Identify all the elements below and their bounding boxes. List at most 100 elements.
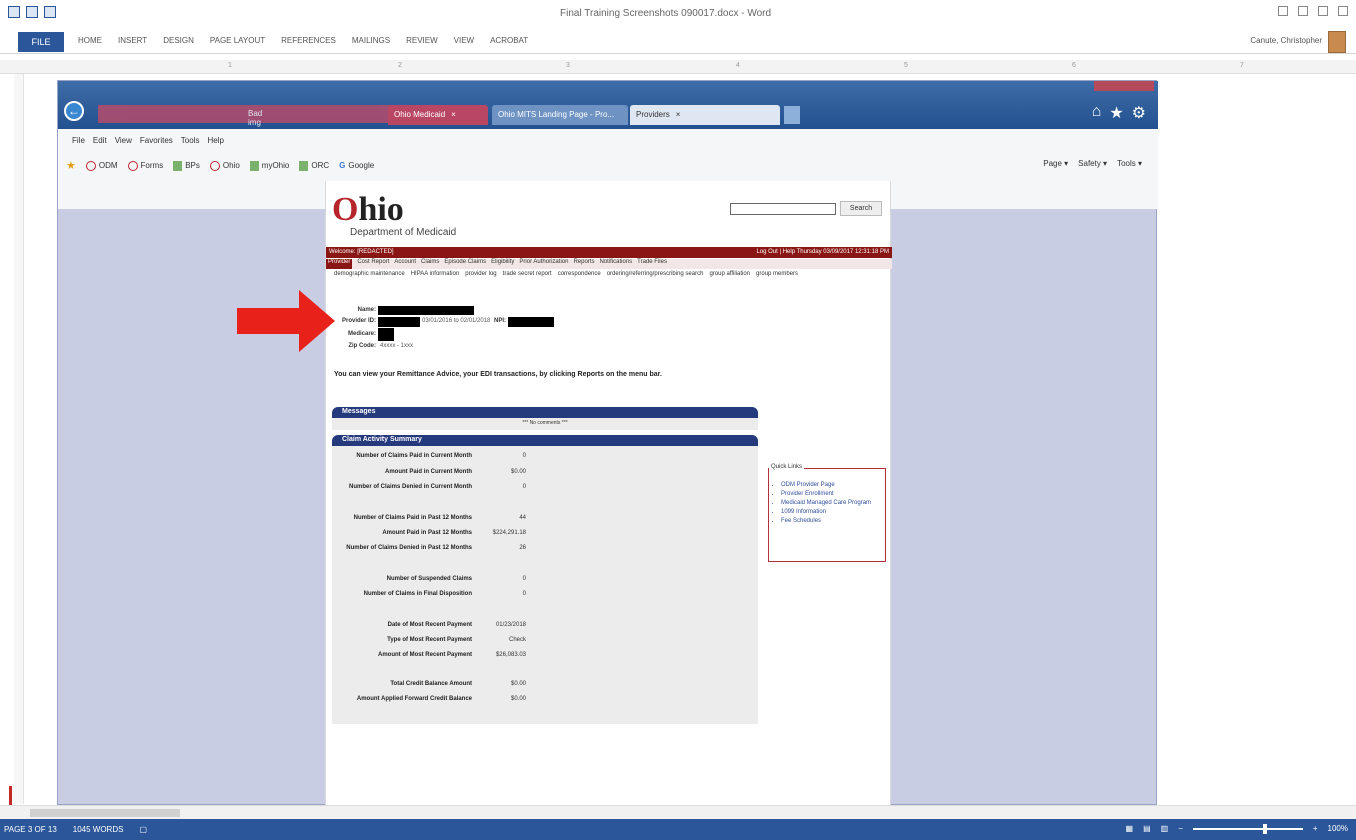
claims-row-value: Check (508, 637, 526, 643)
tab-references[interactable]: REFERENCES (281, 36, 336, 45)
tab-acrobat[interactable]: ACROBAT (490, 36, 528, 45)
claims-row-label: Amount of Most Recent Payment (377, 652, 472, 658)
browser-menubar: File Edit View Favorites Tools Help (72, 136, 224, 145)
redacted-provider-id (378, 317, 420, 327)
gear-icon: ⚙ (1131, 105, 1146, 122)
tab-view[interactable]: VIEW (454, 36, 474, 45)
ruler-tick: 5 (904, 62, 908, 69)
logo-subtitle: Department of Medicaid (350, 227, 457, 238)
favorite-label: myOhio (261, 161, 290, 170)
zoom-out-icon[interactable]: − (1178, 824, 1183, 833)
favorite-label: Ohio (222, 161, 240, 170)
favorite-label: ODM (98, 161, 118, 170)
messages-header: Messages (332, 407, 758, 418)
tab-design[interactable]: DESIGN (163, 36, 194, 45)
nav-claims: Claims (421, 259, 440, 265)
tab-insert[interactable]: INSERT (118, 36, 147, 45)
search-button: Search (840, 201, 882, 216)
vertical-ruler[interactable] (14, 74, 24, 804)
session-info: Log Out | Help Thursday 03/09/2017 12:31… (756, 249, 889, 255)
claims-row-value: 01/23/2018 (495, 622, 526, 628)
tab-home[interactable]: HOME (78, 36, 102, 45)
redo-icon[interactable] (44, 6, 56, 18)
ruler-tick: 1 (228, 62, 232, 69)
favorite-label: Google (348, 161, 375, 170)
zoom-in-icon[interactable]: + (1313, 824, 1318, 833)
print-layout-icon[interactable]: ▤ (1143, 824, 1151, 833)
zoom-level[interactable]: 100% (1328, 824, 1348, 833)
close-icon[interactable] (1338, 6, 1348, 16)
status-left: PAGE 3 OF 13 1045 WORDS ▢ (4, 825, 147, 834)
welcome-text: Welcome: [REDACTED] (329, 249, 394, 255)
browser-tab-mits-landing: Ohio MITS Landing Page - Pro... (492, 105, 628, 125)
claims-row-value: $224,291.18 (492, 530, 526, 536)
claims-row-value: 44 (519, 515, 526, 521)
quick-access-toolbar (8, 6, 56, 18)
new-tab-icon (784, 106, 800, 124)
claims-row-label: Number of Claims in Final Disposition (363, 591, 472, 597)
tab-review[interactable]: REVIEW (406, 36, 438, 45)
nav-account: Account (394, 259, 417, 265)
favorite-orc: ORC (299, 160, 329, 171)
browser-tab-label: Ohio Medicaid (394, 110, 446, 119)
logo-text: hio (358, 191, 404, 228)
minimize-icon[interactable] (1298, 6, 1308, 16)
nav-reports: Reports (573, 259, 595, 265)
avatar[interactable] (1328, 31, 1346, 53)
read-mode-icon[interactable]: ▦ (1126, 824, 1134, 833)
browser-tab-providers: Providers × (630, 105, 780, 125)
horizontal-scrollbar[interactable] (0, 805, 1356, 819)
window-title: Final Training Screenshots 090017.docx -… (560, 8, 772, 19)
claims-row-value: 0 (522, 453, 526, 459)
undo-icon[interactable] (26, 6, 38, 18)
red-arrow-icon (237, 290, 335, 352)
nav-trade-files: Trade Files (637, 259, 667, 265)
zoom-slider[interactable] (1192, 823, 1303, 834)
quick-link: Medicaid Managed Care Program (781, 499, 871, 508)
scrollbar-thumb[interactable] (30, 809, 180, 817)
messages-empty: *** No comments *** (522, 420, 568, 426)
nav-provider: Provider (326, 259, 353, 269)
save-icon[interactable] (8, 6, 20, 18)
browser-tab-ohio-medicaid: Ohio Medicaid × (388, 105, 488, 125)
claims-row-value: 0 (522, 591, 526, 597)
web-layout-icon[interactable]: ▥ (1161, 824, 1169, 833)
file-tab[interactable]: FILE (18, 32, 64, 52)
claims-row-value: $0.00 (510, 681, 526, 687)
proofing-icon[interactable]: ▢ (139, 825, 147, 834)
secondary-nav: demographic maintenance HIPAA informatio… (334, 271, 798, 277)
status-bar: PAGE 3 OF 13 1045 WORDS ▢ ▦ ▤ ▥ − + 100% (0, 819, 1356, 840)
menu-help: Help (207, 136, 224, 145)
subnav-item: ordering/referring/prescribing search (606, 271, 704, 277)
claims-summary-header: Claim Activity Summary (332, 435, 758, 446)
quick-link: ODM Provider Page (781, 481, 871, 490)
subnav-item: HIPAA information (410, 271, 460, 277)
favorite-label: BPs (185, 161, 200, 170)
search-input (730, 203, 836, 215)
subnav-item: group affiliation (709, 271, 751, 277)
browser-tab-label: Ohio MITS Landing Page - Pro... (498, 110, 615, 119)
quick-link: Provider Enrollment (781, 490, 871, 499)
zoom-thumb[interactable] (1262, 823, 1267, 834)
favorites-bar: ★ ODM Forms BPs Ohio myOhio ORC G Google (66, 159, 374, 172)
ruler-tick: 6 (1072, 62, 1076, 69)
page-count[interactable]: PAGE 3 OF 13 (4, 825, 57, 834)
welcome-bar: Welcome: [REDACTED] Log Out | Help Thurs… (326, 247, 892, 258)
quick-link: Fee Schedules (781, 517, 871, 526)
menu-favorites: Favorites (139, 136, 173, 145)
restore-icon[interactable] (1318, 6, 1328, 16)
menu-file: File (72, 136, 85, 145)
close-tab-icon: × (451, 110, 456, 119)
browser-titlebar: ← Bad img Ohio Medicaid × Ohio MITS Landi… (58, 81, 1158, 129)
tab-mailings[interactable]: MAILINGS (352, 36, 390, 45)
page-icon (173, 160, 183, 171)
help-icon[interactable] (1278, 6, 1288, 16)
tab-page-layout[interactable]: PAGE LAYOUT (210, 36, 265, 45)
word-count[interactable]: 1045 WORDS (73, 825, 124, 834)
status-right: ▦ ▤ ▥ − + 100% (1126, 823, 1348, 834)
nav-prior-authorization: Prior Authorization (519, 259, 569, 265)
horizontal-ruler[interactable]: 1 2 3 4 5 6 7 (0, 60, 1356, 74)
ohio-logo: Ohio (332, 191, 404, 229)
claims-row-label: Date of Most Recent Payment (387, 622, 472, 628)
user-name[interactable]: Canute, Christopher (1250, 36, 1322, 45)
